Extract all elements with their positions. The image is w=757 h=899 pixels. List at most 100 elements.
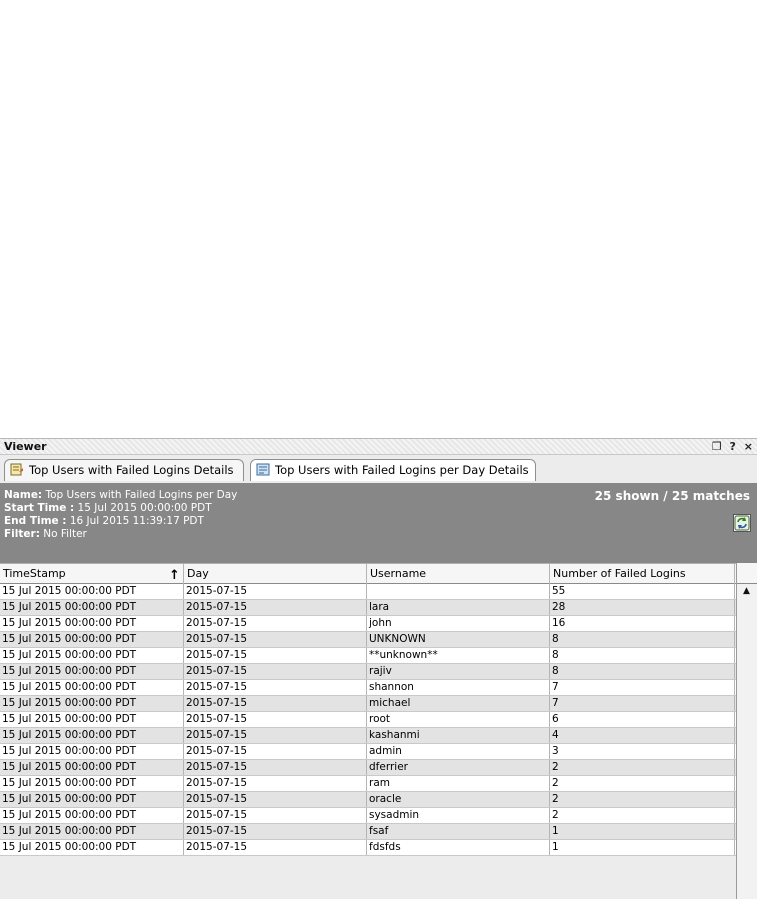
cell-day: 2015-07-15 [184, 760, 367, 775]
cell-timestamp: 15 Jul 2015 00:00:00 PDT [0, 824, 184, 839]
column-header-timestamp[interactable]: TimeStamp ↑ [0, 564, 184, 584]
column-header-day[interactable]: Day [184, 564, 367, 584]
tab-top-users-failed-logins-details[interactable]: Top Users with Failed Logins Details [4, 459, 244, 481]
cell-day: 2015-07-15 [184, 584, 367, 599]
table-header: TimeStamp ↑ Day Username Number of Faile… [0, 563, 736, 584]
cell-day: 2015-07-15 [184, 616, 367, 631]
tab-bar: Top Users with Failed Logins Details Top… [0, 455, 757, 481]
cell-username: root [367, 712, 550, 727]
table-row[interactable]: 15 Jul 2015 00:00:00 PDT 2015-07-15 root 6 [0, 712, 736, 728]
cell-timestamp: 15 Jul 2015 00:00:00 PDT [0, 600, 184, 615]
cell-failed-logins: 6 [550, 712, 735, 727]
vertical-scrollbar[interactable]: ▲ [736, 563, 757, 899]
cell-username: oracle [367, 792, 550, 807]
match-count: 25 shown / 25 matches [594, 489, 750, 503]
cell-username: **unknown** [367, 648, 550, 663]
cell-day: 2015-07-15 [184, 824, 367, 839]
cell-username: lara [367, 600, 550, 615]
cell-username: sysadmin [367, 808, 550, 823]
cell-failed-logins: 1 [550, 824, 735, 839]
end-time-label: End Time : [4, 515, 67, 527]
cell-day: 2015-07-15 [184, 680, 367, 695]
restore-icon[interactable]: ❐ [712, 440, 722, 453]
column-header-username[interactable]: Username [367, 564, 550, 584]
table-row[interactable]: 15 Jul 2015 00:00:00 PDT 2015-07-15 fdsfds… [0, 840, 736, 856]
cell-timestamp: 15 Jul 2015 00:00:00 PDT [0, 696, 184, 711]
scroll-up-arrow-icon[interactable]: ▲ [737, 584, 756, 599]
cell-timestamp: 15 Jul 2015 00:00:00 PDT [0, 728, 184, 743]
refresh-button[interactable] [733, 514, 751, 532]
cell-username: john [367, 616, 550, 631]
cell-username: rajiv [367, 664, 550, 679]
cell-timestamp: 15 Jul 2015 00:00:00 PDT [0, 840, 184, 855]
cell-failed-logins: 2 [550, 808, 735, 823]
cell-username: UNKNOWN [367, 632, 550, 647]
cell-failed-logins: 7 [550, 696, 735, 711]
table-row[interactable]: 15 Jul 2015 00:00:00 PDT 2015-07-15 oracle… [0, 792, 736, 808]
cell-failed-logins: 8 [550, 632, 735, 647]
table-body: 15 Jul 2015 00:00:00 PDT 2015-07-15 55 15 J… [0, 584, 736, 856]
cell-failed-logins: 2 [550, 776, 735, 791]
refresh-icon [734, 515, 750, 531]
cell-username [367, 584, 550, 599]
cell-failed-logins: 7 [550, 680, 735, 695]
cell-failed-logins: 55 [550, 584, 735, 599]
end-time-value: 16 Jul 2015 11:39:17 PDT [69, 515, 204, 527]
cell-day: 2015-07-15 [184, 696, 367, 711]
table-row[interactable]: 15 Jul 2015 00:00:00 PDT 2015-07-15 rajiv 8 [0, 664, 736, 680]
table-row[interactable]: 15 Jul 2015 00:00:00 PDT 2015-07-15 ram 2 [0, 776, 736, 792]
cell-timestamp: 15 Jul 2015 00:00:00 PDT [0, 648, 184, 663]
table-row[interactable]: 15 Jul 2015 00:00:00 PDT 2015-07-15 sysadm… [0, 808, 736, 824]
cell-username: ram [367, 776, 550, 791]
cell-username: admin [367, 744, 550, 759]
start-time-value: 15 Jul 2015 00:00:00 PDT [77, 502, 212, 514]
table-row[interactable]: 15 Jul 2015 00:00:00 PDT 2015-07-15 kashan… [0, 728, 736, 744]
cell-failed-logins: 8 [550, 664, 735, 679]
tab-top-users-failed-logins-per-day-details[interactable]: Top Users with Failed Logins per Day Det… [250, 459, 536, 481]
table-row[interactable]: 15 Jul 2015 00:00:00 PDT 2015-07-15 fsaf 1 [0, 824, 736, 840]
cell-username: dferrier [367, 760, 550, 775]
table-row[interactable]: 15 Jul 2015 00:00:00 PDT 2015-07-15 shanno… [0, 680, 736, 696]
cell-timestamp: 15 Jul 2015 00:00:00 PDT [0, 616, 184, 631]
cell-day: 2015-07-15 [184, 744, 367, 759]
cell-day: 2015-07-15 [184, 728, 367, 743]
info-start-time: Start Time : 15 Jul 2015 00:00:00 PDT [4, 502, 212, 514]
name-value: Top Users with Failed Logins per Day [45, 489, 238, 501]
cell-timestamp: 15 Jul 2015 00:00:00 PDT [0, 760, 184, 775]
help-icon[interactable]: ? [730, 440, 736, 453]
filter-value: No Filter [43, 528, 87, 540]
cell-username: fdsfds [367, 840, 550, 855]
sort-ascending-icon: ↑ [169, 568, 180, 583]
table-row[interactable]: 15 Jul 2015 00:00:00 PDT 2015-07-15 **unkn… [0, 648, 736, 664]
table-row[interactable]: 15 Jul 2015 00:00:00 PDT 2015-07-15 john 16 [0, 616, 736, 632]
table-row[interactable]: 15 Jul 2015 00:00:00 PDT 2015-07-15 dferri… [0, 760, 736, 776]
cell-timestamp: 15 Jul 2015 00:00:00 PDT [0, 664, 184, 679]
cell-timestamp: 15 Jul 2015 00:00:00 PDT [0, 776, 184, 791]
cell-timestamp: 15 Jul 2015 00:00:00 PDT [0, 632, 184, 647]
name-label: Name: [4, 489, 43, 501]
cell-day: 2015-07-15 [184, 600, 367, 615]
viewer-controls: ❐ ? × [708, 440, 753, 453]
table-row[interactable]: 15 Jul 2015 00:00:00 PDT 2015-07-15 lara 28 [0, 600, 736, 616]
cell-failed-logins: 3 [550, 744, 735, 759]
results-table: TimeStamp ↑ Day Username Number of Faile… [0, 563, 736, 856]
close-icon[interactable]: × [744, 440, 753, 453]
cell-failed-logins: 1 [550, 840, 735, 855]
cell-failed-logins: 8 [550, 648, 735, 663]
column-header-failed-logins[interactable]: Number of Failed Logins [550, 564, 735, 584]
report-details-icon [256, 463, 270, 476]
cell-day: 2015-07-15 [184, 776, 367, 791]
cell-day: 2015-07-15 [184, 840, 367, 855]
table-row[interactable]: 15 Jul 2015 00:00:00 PDT 2015-07-15 UNKNOW… [0, 632, 736, 648]
cell-day: 2015-07-15 [184, 712, 367, 727]
table-row[interactable]: 15 Jul 2015 00:00:00 PDT 2015-07-15 admin 3 [0, 744, 736, 760]
cell-failed-logins: 4 [550, 728, 735, 743]
cell-day: 2015-07-15 [184, 664, 367, 679]
table-row[interactable]: 15 Jul 2015 00:00:00 PDT 2015-07-15 michae… [0, 696, 736, 712]
cell-day: 2015-07-15 [184, 808, 367, 823]
cell-timestamp: 15 Jul 2015 00:00:00 PDT [0, 680, 184, 695]
cell-timestamp: 15 Jul 2015 00:00:00 PDT [0, 792, 184, 807]
tab-label: Top Users with Failed Logins per Day Det… [275, 463, 529, 477]
cell-timestamp: 15 Jul 2015 00:00:00 PDT [0, 808, 184, 823]
table-row[interactable]: 15 Jul 2015 00:00:00 PDT 2015-07-15 55 [0, 584, 736, 600]
